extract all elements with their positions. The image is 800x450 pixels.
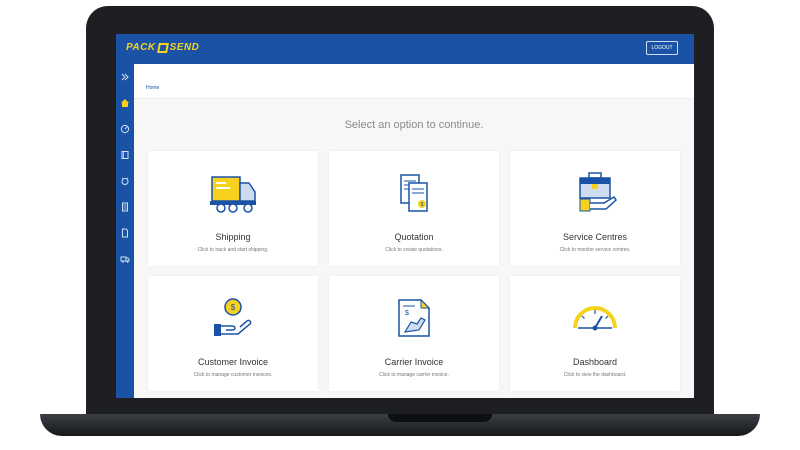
briefcase-hand-icon: [579, 172, 617, 212]
sidebar-expand-button[interactable]: [116, 70, 134, 84]
calculator-icon: [122, 202, 128, 212]
card-title: Shipping: [215, 232, 251, 242]
truck-icon: [120, 256, 130, 263]
card-title: Dashboard: [572, 357, 618, 367]
home-icon: [121, 99, 129, 107]
gauge-icon: [120, 124, 130, 134]
card-title: Quotation: [394, 232, 434, 242]
speedometer-icon: [573, 306, 617, 331]
logout-button[interactable]: LOGOUT: [646, 41, 678, 55]
logo-text-right: SEND: [169, 42, 200, 53]
app-screen: PACK SEND LOGOUT Home Select an option t…: [116, 34, 694, 398]
sidebar-item-book[interactable]: [116, 148, 134, 162]
laptop-base: [40, 414, 760, 436]
card-title: Customer Invoice: [197, 357, 269, 367]
sidebar-item-home[interactable]: [116, 96, 134, 110]
logo-text-left: PACK: [126, 42, 156, 53]
card-description: Click to create quotations.: [385, 247, 443, 253]
quotation-icon: $: [400, 174, 428, 212]
card-quotation[interactable]: $ Quotation Click to create quotations.: [329, 151, 499, 266]
card-description: Click to manage carrier invoice.: [379, 372, 449, 378]
chevron-double-right-icon: [121, 73, 129, 81]
card-title: Carrier Invoice: [384, 357, 444, 367]
sidebar-item-calculator[interactable]: [116, 200, 134, 214]
laptop-notch: [388, 414, 492, 422]
card-shipping[interactable]: Shipping Click to track and start shippi…: [148, 151, 318, 266]
breadcrumb-home[interactable]: Home: [146, 85, 159, 91]
svg-text:$: $: [421, 202, 424, 208]
card-carrier-invoice[interactable]: $ Carrier Invoice Click to manage carrie…: [329, 276, 499, 391]
book-icon: [121, 151, 129, 159]
sidebar-item-alarm[interactable]: [116, 174, 134, 188]
main-content: Home Select an option to continue. Shipp…: [134, 64, 694, 398]
card-customer-invoice[interactable]: $ Customer Invoice Click to manage custo…: [148, 276, 318, 391]
card-description: Click to view the dashboard.: [563, 372, 627, 378]
breadcrumb-bar: Home: [134, 64, 694, 99]
card-description: Click to manage customer invoices.: [193, 372, 273, 378]
app-logo[interactable]: PACK SEND: [126, 42, 199, 53]
alarm-icon: [121, 177, 129, 185]
card-title: Service Centres: [562, 232, 628, 242]
card-dashboard[interactable]: Dashboard Click to view the dashboard.: [510, 276, 680, 391]
card-service-centres[interactable]: Service Centres Click to monitor service…: [510, 151, 680, 266]
page-heading: Select an option to continue.: [344, 119, 484, 131]
sidebar-item-gauge[interactable]: [116, 122, 134, 136]
truck-icon: [210, 176, 256, 213]
sidebar-item-truck[interactable]: [116, 252, 134, 266]
top-bar: PACK SEND LOGOUT: [116, 34, 694, 64]
invoice-hand-icon: $: [398, 298, 431, 337]
coin-hand-icon: $: [214, 298, 252, 336]
svg-text:$: $: [231, 303, 236, 312]
svg-text:$: $: [405, 310, 409, 317]
sidebar: [116, 64, 134, 398]
logo-mark-icon: [156, 42, 169, 53]
card-description: Click to track and start shipping.: [197, 247, 269, 253]
sidebar-item-document[interactable]: [116, 226, 134, 240]
document-icon: [122, 228, 128, 238]
card-description: Click to monitor service centres.: [559, 247, 631, 253]
